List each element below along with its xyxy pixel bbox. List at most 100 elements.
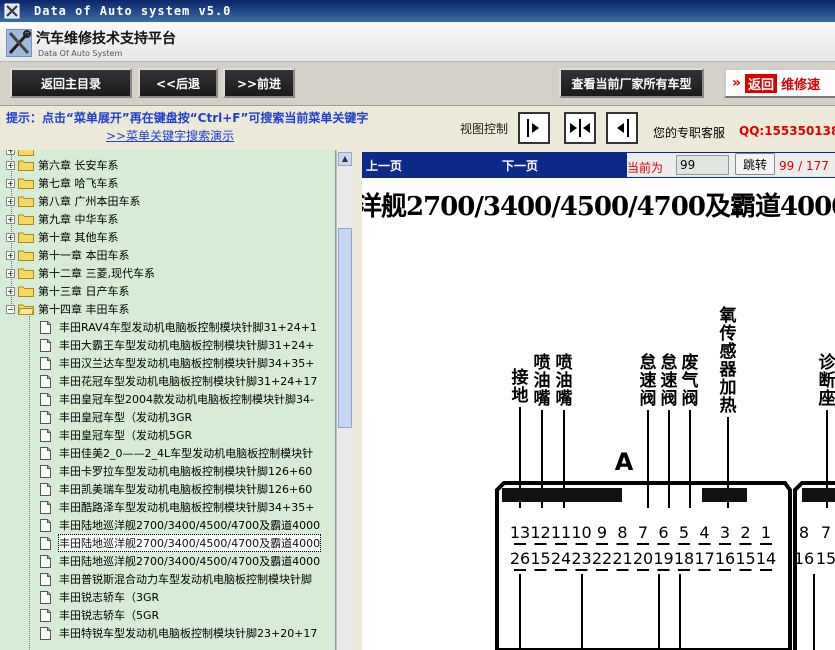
folder-icon (18, 250, 34, 261)
tree-doc-item[interactable]: 丰田汉兰达车型发动机电脑板控制模块针脚34+35+ (40, 354, 314, 372)
tree-doc-item[interactable]: 丰田佳美2_0——2_4L车型发动机电脑板控制模块针 (40, 444, 313, 462)
folder-icon (18, 286, 34, 297)
tree-chapter[interactable]: + 第十一章 本田车系 (6, 246, 130, 264)
pin-label-char: 阀 (682, 388, 699, 409)
tree-doc-item[interactable]: 丰田卡罗拉车型发动机电脑板控制模块针脚126+60 (40, 462, 312, 480)
tree-chapter[interactable]: − 第十四章 丰田车系 (6, 300, 130, 318)
tree-chapter[interactable]: + 第九章 中华车系 (6, 210, 119, 228)
tree-chapter[interactable]: + 第六章 长安车系 (6, 156, 119, 174)
tree-doc-item[interactable]: 丰田普锐斯混合动力车型发动机电脑板控制模块针脚 (40, 570, 312, 588)
search-hint: 提示：点击“菜单展开”再在键盘按“Ctrl+F”可搜索当前菜单关键字 (6, 111, 369, 125)
next-page-link[interactable]: 下一页 (502, 157, 538, 174)
pin-number-top: 9 (597, 523, 607, 542)
tree-doc-item[interactable]: 丰田皇冠车型（发动机3GR (40, 408, 192, 426)
folder-icon (18, 214, 34, 225)
support-qq-link[interactable]: QQ:1553501388 (739, 124, 835, 138)
tree-doc-item[interactable]: 丰田锐志轿车（3GR (40, 588, 159, 606)
pin-label-char: 感 (720, 341, 737, 362)
pin-label-char: 断 (819, 370, 835, 391)
pin-number-top: 3 (720, 523, 730, 542)
tree-doc-item[interactable]: 丰田陆地巡洋舰2700/3400/4500/4700及霸道4000 (40, 516, 320, 534)
return-repair-button[interactable]: » 返回 维修速 (724, 68, 835, 98)
pin-label-char: 地 (512, 385, 529, 406)
tree-doc-item[interactable]: 丰田锐志轿车（5GR (40, 606, 159, 624)
tree-doc-label: 丰田卡罗拉车型发动机电脑板控制模块针脚126+60 (59, 465, 313, 478)
back-button[interactable]: <<后退 (138, 68, 218, 98)
pin-number-top: 6 (658, 523, 668, 542)
forward-button[interactable]: >>前进 (223, 68, 295, 98)
tree-doc-item[interactable]: 丰田陆地巡洋舰2700/3400/4500/4700及霸道4000 (40, 534, 322, 552)
all-models-button[interactable]: 查看当前厂家所有车型 (559, 68, 704, 98)
tree-doc-item[interactable]: 丰田特锐车型发动机电脑板控制模块针脚23+20+17 (40, 624, 317, 642)
tree-chapter-label: 第十四章 丰田车系 (38, 303, 130, 316)
tree-doc-label: 丰田皇冠车型2004款发动机电脑板控制模块针脚34- (59, 393, 314, 406)
tree-doc-item[interactable]: 丰田大霸王车型发动机电脑板控制模块针脚31+24+ (40, 336, 314, 354)
document-icon (40, 356, 51, 370)
document-icon (40, 446, 51, 460)
main-toolbar: 返回主目录 <<后退 >>前进 查看当前厂家所有车型 » 返回 维修速 (0, 62, 835, 106)
connector-key (702, 488, 747, 502)
pin-label-char: 怠 (640, 352, 657, 373)
scroll-thumb[interactable] (338, 228, 352, 428)
tree-scrollbar[interactable]: ▲ (336, 150, 353, 650)
document-icon (40, 518, 51, 532)
pin-label-char: 气 (681, 370, 699, 391)
pin-number-top: 11 (551, 523, 571, 542)
pin-label-char: 阀 (640, 388, 657, 409)
tree-doc-item[interactable]: 丰田皇冠车型（发动机5GR (40, 426, 192, 444)
pin-label-char: 传 (719, 323, 737, 344)
view-split-button[interactable] (564, 112, 596, 144)
connector-letter: A (615, 448, 634, 476)
pin-number-top: 13 (510, 523, 530, 542)
scroll-up-icon[interactable]: ▲ (338, 152, 352, 166)
tree-doc-item[interactable]: 丰田皇冠车型2004款发动机电脑板控制模块针脚34- (40, 390, 314, 408)
folder-icon (18, 160, 34, 171)
connector-key (502, 488, 622, 502)
pin-number-bottom: 14 (756, 549, 776, 568)
tree-doc-label: 丰田汉兰达车型发动机电脑板控制模块针脚34+35+ (59, 357, 315, 370)
document-icon (40, 320, 51, 334)
repair-label: 维修速 (781, 77, 821, 93)
document-icon (40, 608, 51, 622)
page-number-input[interactable] (676, 155, 729, 175)
tree-chapter[interactable]: + 第十章 其他车系 (6, 228, 119, 246)
tree-guide-line (11, 150, 12, 310)
prev-page-link[interactable]: 上一页 (366, 157, 402, 174)
jump-button[interactable]: 跳转 (735, 153, 775, 175)
tree-doc-item[interactable]: 丰田酷路泽车型发动机电脑板控制模块针脚34+35+ (40, 498, 314, 516)
pin-number-bottom: 23 (571, 549, 591, 568)
pin-label-char: 速 (640, 370, 657, 391)
page-count: 99 / 177 (779, 159, 829, 173)
tree-doc-item[interactable]: 丰田陆地巡洋舰2700/3400/4500/4700及霸道4000 (40, 552, 320, 570)
view-expand-right-button[interactable] (518, 112, 550, 144)
tree-doc-label: 丰田锐志轿车（3GR (59, 591, 160, 604)
tree-doc-label: 丰田皇冠车型（发动机3GR (59, 411, 193, 424)
tree-doc-item[interactable]: 丰田花冠车型发动机电脑板控制模块针脚31+24+17 (40, 372, 317, 390)
document-icon (40, 554, 51, 568)
pin-number-bottom: 20 (633, 549, 653, 568)
tree-doc-item[interactable]: 丰田RAV4车型发动机电脑板控制模块针脚31+24+1 (40, 318, 317, 336)
pin-number-top: 8 (799, 523, 809, 542)
search-demo-link[interactable]: >>菜单关键字搜索演示 (106, 127, 234, 144)
home-button[interactable]: 返回主目录 (10, 68, 132, 98)
tree-doc-label: 丰田陆地巡洋舰2700/3400/4500/4700及霸道4000 (59, 519, 321, 532)
pin-label-char: 接 (512, 367, 529, 388)
document-icon (40, 428, 51, 442)
tree-chapter[interactable]: + 第十二章 三菱,现代车系 (6, 264, 155, 282)
pin-number-bottom: 15 (530, 549, 550, 568)
pin-number-bottom: 16 (715, 549, 735, 568)
tree-chapter-label: 第六章 长安车系 (38, 159, 119, 172)
pin-label-char: 嘴 (534, 389, 551, 409)
tree-chapter[interactable]: + 第十三章 日产车系 (6, 282, 130, 300)
tree-doc-label: 丰田普锐斯混合动力车型发动机电脑板控制模块针脚 (59, 573, 312, 586)
tree-chapter[interactable]: + 第七章 哈飞车系 (6, 174, 119, 192)
pin-label-char: 阀 (661, 388, 678, 409)
pin-number-top: 1 (761, 523, 771, 542)
tree-doc-label: 丰田陆地巡洋舰2700/3400/4500/4700及霸道4000 (59, 555, 321, 568)
tree-chapter[interactable]: + 第八章 广州本田车系 (6, 192, 141, 210)
document-icon (40, 374, 51, 388)
tree-doc-label: 丰田花冠车型发动机电脑板控制模块针脚31+24+17 (59, 375, 318, 388)
pin-number-bottom: 19 (653, 549, 673, 568)
tree-doc-item[interactable]: 丰田凯美瑞车型发动机电脑板控制模块针脚126+60 (40, 480, 312, 498)
view-expand-left-button[interactable] (606, 112, 638, 144)
